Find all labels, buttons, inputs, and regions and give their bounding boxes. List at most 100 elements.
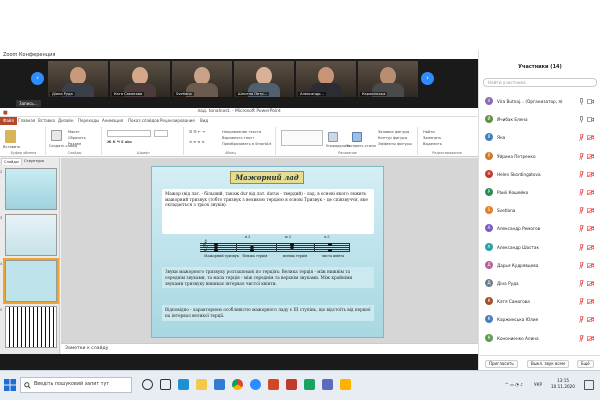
video-off-icon[interactable] bbox=[587, 335, 594, 341]
mic-muted-icon[interactable] bbox=[579, 170, 584, 178]
participant-row[interactable]: К Каржинська Юлия bbox=[479, 312, 600, 326]
mic-muted-icon[interactable] bbox=[579, 261, 584, 269]
video-tile[interactable]: Александр... bbox=[296, 61, 356, 97]
tab-outline[interactable]: Структура bbox=[22, 158, 46, 165]
participant-row[interactable]: Д Діна Руда bbox=[479, 276, 600, 290]
mic-muted-icon[interactable] bbox=[579, 225, 584, 233]
cortana-icon[interactable] bbox=[142, 379, 153, 390]
mic-muted-icon[interactable] bbox=[579, 243, 584, 251]
mic-muted-icon[interactable] bbox=[579, 189, 584, 196]
new-slide-icon[interactable] bbox=[51, 130, 62, 141]
paste-button[interactable]: Вставить bbox=[3, 145, 20, 149]
video-off-icon[interactable] bbox=[587, 299, 594, 305]
slide-thumbnail[interactable] bbox=[5, 214, 57, 256]
quick-styles-icon[interactable] bbox=[352, 132, 362, 142]
align-text-button[interactable]: Выровнять текст bbox=[222, 136, 254, 140]
file-explorer-icon[interactable] bbox=[196, 379, 207, 390]
select-button[interactable]: Выделить bbox=[423, 142, 442, 146]
video-off-icon[interactable] bbox=[587, 226, 594, 232]
mic-muted-icon[interactable] bbox=[579, 316, 584, 324]
slide-thumbnail-selected[interactable] bbox=[3, 258, 59, 304]
input-language[interactable]: УКР bbox=[534, 382, 542, 387]
mic-icon[interactable] bbox=[579, 116, 584, 123]
taskbar-clock[interactable]: 13:15 10.11.2020 bbox=[548, 378, 578, 390]
bold-icon[interactable]: Ж К Ч S abc bbox=[107, 140, 132, 144]
participant-search-input[interactable]: Найти участника bbox=[483, 78, 597, 87]
replace-button[interactable]: Заменить bbox=[423, 136, 441, 140]
align-icon[interactable]: ≡ ≡ ≡ ≡ bbox=[189, 140, 204, 144]
tab-insert[interactable]: Вставка bbox=[38, 118, 55, 123]
mic-icon[interactable] bbox=[579, 98, 584, 105]
video-tile[interactable]: Шпитна Петр... bbox=[234, 61, 294, 97]
slide-title[interactable]: Мажорний лад bbox=[230, 171, 304, 184]
video-icon[interactable] bbox=[587, 117, 594, 122]
video-off-icon[interactable] bbox=[587, 135, 594, 141]
definition-box[interactable]: Мажор (від лат. - більший, також dur від… bbox=[162, 189, 374, 234]
section-button[interactable]: Раздел bbox=[68, 142, 81, 146]
convert-smartart-button[interactable]: Преобразовать в SmartArt bbox=[222, 142, 271, 146]
tray-icons[interactable]: ^ ▭ ◔ ♪ bbox=[505, 382, 523, 387]
tab-review[interactable]: Рецензирование bbox=[160, 118, 195, 123]
video-next-button[interactable]: › bbox=[421, 72, 434, 85]
body-paragraph[interactable]: Відповідно - характерною особливістю маж… bbox=[162, 305, 374, 321]
store-icon[interactable] bbox=[214, 379, 225, 390]
mute-all-button[interactable]: Выкл. звук всем bbox=[527, 360, 569, 368]
participant-row[interactable]: Р Раиіі Кошейко bbox=[479, 185, 600, 199]
participant-row[interactable]: H Helen Skordingatova bbox=[479, 167, 600, 181]
task-view-icon[interactable] bbox=[160, 379, 171, 390]
tab-animations[interactable]: Анимация bbox=[102, 118, 123, 123]
tab-slides[interactable]: Слайды bbox=[1, 158, 22, 165]
slide-notes[interactable]: Заметки к слайду bbox=[61, 343, 478, 354]
video-tile[interactable]: Каржинська bbox=[358, 61, 418, 97]
video-off-icon[interactable] bbox=[587, 317, 594, 323]
tab-home[interactable]: Главная bbox=[18, 118, 35, 123]
taskbar-search-input[interactable]: Введіть пошуковий запит тут bbox=[20, 377, 132, 393]
slide-thumbnail[interactable] bbox=[5, 168, 57, 210]
app-icon[interactable] bbox=[322, 379, 333, 390]
video-tile[interactable]: Катя Самагова bbox=[110, 61, 170, 97]
participant-row[interactable]: Д Дарья Кудрявцева bbox=[479, 258, 600, 272]
quick-styles-button[interactable]: Экспресс-стили bbox=[346, 144, 376, 148]
font-size-select[interactable] bbox=[154, 130, 168, 137]
pdf-app-icon[interactable] bbox=[286, 379, 297, 390]
video-off-icon[interactable] bbox=[587, 244, 594, 250]
participant-row[interactable]: V Vira Butnaj... (Организатор, я) bbox=[479, 94, 600, 108]
video-off-icon[interactable] bbox=[587, 171, 594, 177]
video-off-icon[interactable] bbox=[587, 153, 594, 159]
shape-outline-button[interactable]: Контур фигуры bbox=[378, 136, 407, 140]
edge-icon[interactable] bbox=[178, 379, 189, 390]
paste-icon[interactable] bbox=[5, 130, 16, 143]
slide-thumbnail[interactable] bbox=[5, 306, 57, 348]
powerpoint-app-icon[interactable] bbox=[268, 379, 279, 390]
video-off-icon[interactable] bbox=[587, 262, 594, 268]
video-off-icon[interactable] bbox=[587, 190, 594, 195]
participant-row[interactable]: А Александр Ремогов bbox=[479, 221, 600, 235]
tab-file[interactable]: Файл bbox=[0, 117, 18, 125]
shape-fill-button[interactable]: Заливка фигуры bbox=[378, 130, 409, 134]
participant-row[interactable]: Й Йчибак Елена bbox=[479, 112, 600, 126]
mic-muted-icon[interactable] bbox=[579, 152, 584, 160]
participant-row[interactable]: Я Яна bbox=[479, 130, 600, 144]
notifications-icon[interactable] bbox=[584, 380, 594, 390]
tab-slideshow[interactable]: Показ слайдов bbox=[128, 118, 159, 123]
tab-view[interactable]: Вид bbox=[200, 118, 208, 123]
slide[interactable]: Мажорний лад Мажор (від лат. - більший, … bbox=[151, 166, 384, 338]
shapes-gallery[interactable] bbox=[281, 130, 323, 146]
find-button[interactable]: Найти bbox=[423, 130, 435, 134]
participant-row[interactable]: К Конониенко Алина bbox=[479, 331, 600, 345]
layout-button[interactable]: Макет bbox=[68, 130, 80, 134]
more-button[interactable]: Ещё bbox=[577, 360, 594, 368]
participant-row[interactable]: К Катя Самагова bbox=[479, 294, 600, 308]
tab-design[interactable]: Дизайн bbox=[58, 118, 74, 123]
participant-row[interactable]: А Александр Шостак bbox=[479, 240, 600, 254]
windows-start-icon[interactable] bbox=[4, 379, 16, 391]
chrome-icon[interactable] bbox=[232, 379, 243, 390]
arrange-icon[interactable] bbox=[328, 132, 338, 142]
app-icon[interactable] bbox=[340, 379, 351, 390]
reset-button[interactable]: Сбросить bbox=[68, 136, 86, 140]
mic-muted-icon[interactable] bbox=[579, 207, 584, 214]
video-off-icon[interactable] bbox=[587, 208, 594, 214]
participant-row[interactable]: Ў Ўйрина Петренко bbox=[479, 149, 600, 163]
text-direction-button[interactable]: Направление текста bbox=[222, 130, 261, 134]
body-paragraph[interactable]: Звуки мажорного тризвуку розташовані по … bbox=[162, 267, 374, 289]
